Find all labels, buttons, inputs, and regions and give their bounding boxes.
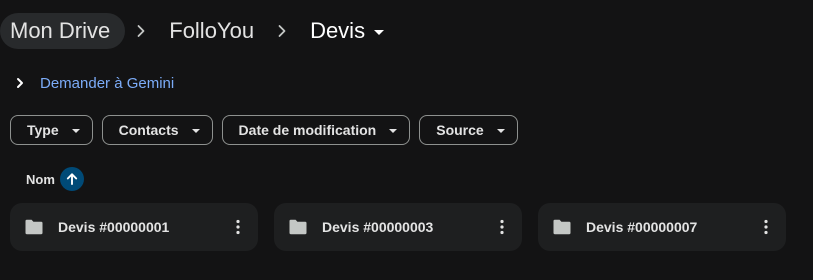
filter-label: Date de modification	[238, 122, 377, 138]
breadcrumb-item-mon-drive[interactable]: Mon Drive	[0, 13, 126, 49]
ask-gemini-toggle[interactable]: Demander à Gemini	[8, 70, 174, 96]
sort-header: Nom	[26, 167, 84, 191]
breadcrumb: Mon Drive FolloYou Devis	[0, 13, 396, 49]
folder-card[interactable]: Devis #00000001	[10, 203, 258, 251]
folder-icon	[287, 218, 309, 236]
more-options-icon[interactable]	[490, 211, 514, 243]
filter-contacts-chip[interactable]: Contacts	[101, 115, 213, 145]
caret-down-icon	[191, 129, 200, 133]
sort-direction-button[interactable]	[59, 167, 84, 191]
breadcrumb-current-label: Devis	[310, 18, 366, 43]
filter-label: Contacts	[118, 122, 179, 138]
filter-source-chip[interactable]: Source	[419, 115, 518, 145]
more-options-icon[interactable]	[754, 211, 778, 243]
folder-name: Devis #00000003	[322, 219, 434, 235]
caret-down-icon	[389, 129, 398, 133]
folder-grid: Devis #00000001 Devis #00000003 Devis #0…	[10, 203, 786, 251]
chevron-right-icon	[271, 13, 293, 49]
breadcrumb-item-folloyou[interactable]: FolloYou	[157, 13, 266, 49]
folder-card[interactable]: Devis #00000007	[538, 203, 786, 251]
folder-card[interactable]: Devis #00000003	[274, 203, 522, 251]
filter-bar: Type Contacts Date de modification Sourc…	[10, 115, 518, 145]
folder-icon	[23, 218, 45, 236]
filter-label: Type	[27, 122, 59, 138]
filter-date-modified-chip[interactable]: Date de modification	[221, 115, 411, 145]
folder-icon	[551, 218, 573, 236]
folder-name: Devis #00000001	[58, 219, 170, 235]
filter-type-chip[interactable]: Type	[10, 115, 93, 145]
filter-label: Source	[436, 122, 484, 138]
more-options-icon[interactable]	[226, 211, 250, 243]
arrow-up-icon	[65, 172, 79, 186]
chevron-right-icon	[8, 71, 32, 95]
caret-down-icon	[496, 129, 505, 133]
caret-down-icon	[71, 129, 80, 133]
caret-down-icon	[374, 29, 385, 35]
breadcrumb-item-devis[interactable]: Devis	[298, 13, 396, 49]
sort-by-name-label[interactable]: Nom	[26, 172, 55, 187]
drive-folder-view: Mon Drive FolloYou Devis Demander à Gemi…	[0, 0, 813, 280]
folder-name: Devis #00000007	[586, 219, 698, 235]
ask-gemini-label: Demander à Gemini	[40, 74, 175, 92]
chevron-right-icon	[130, 13, 152, 49]
